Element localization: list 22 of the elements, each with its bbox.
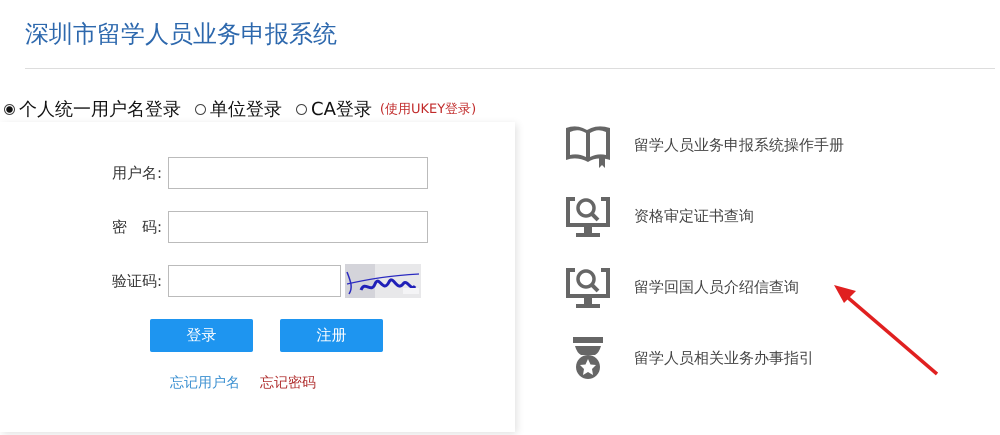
service-link[interactable]: 资格审定证书查询 [634,207,754,226]
service-link[interactable]: 留学人员相关业务办事指引 [634,349,814,368]
monitor-search-icon[interactable] [563,194,613,238]
radio-label[interactable]: CA登录 [311,97,372,121]
radio-label[interactable]: 个人统一用户名登录 [19,97,181,121]
book-icon[interactable] [563,124,613,168]
monitor-search-icon[interactable] [563,266,613,310]
field-label: 验证码: [110,272,162,290]
service-link[interactable]: 留学人员业务申报系统操作手册 [634,136,844,155]
service-link[interactable]: 留学回国人员介绍信查询 [634,278,799,297]
field-label: 用户名: [110,164,162,182]
input-field[interactable] [168,157,428,189]
radio-button[interactable] [296,104,307,114]
radio-button[interactable] [4,104,15,114]
input-field[interactable] [168,265,341,297]
radio-button[interactable] [195,104,206,114]
forgot-link[interactable]: 忘记密码 [260,374,316,392]
field-label: 密 码: [110,218,162,236]
radio-label[interactable]: 单位登录 [210,97,282,121]
radio-note: (使用UKEY登录) [380,101,476,118]
page-title: 深圳市留学人员业务申报系统 [25,19,337,50]
input-field[interactable] [168,211,428,243]
